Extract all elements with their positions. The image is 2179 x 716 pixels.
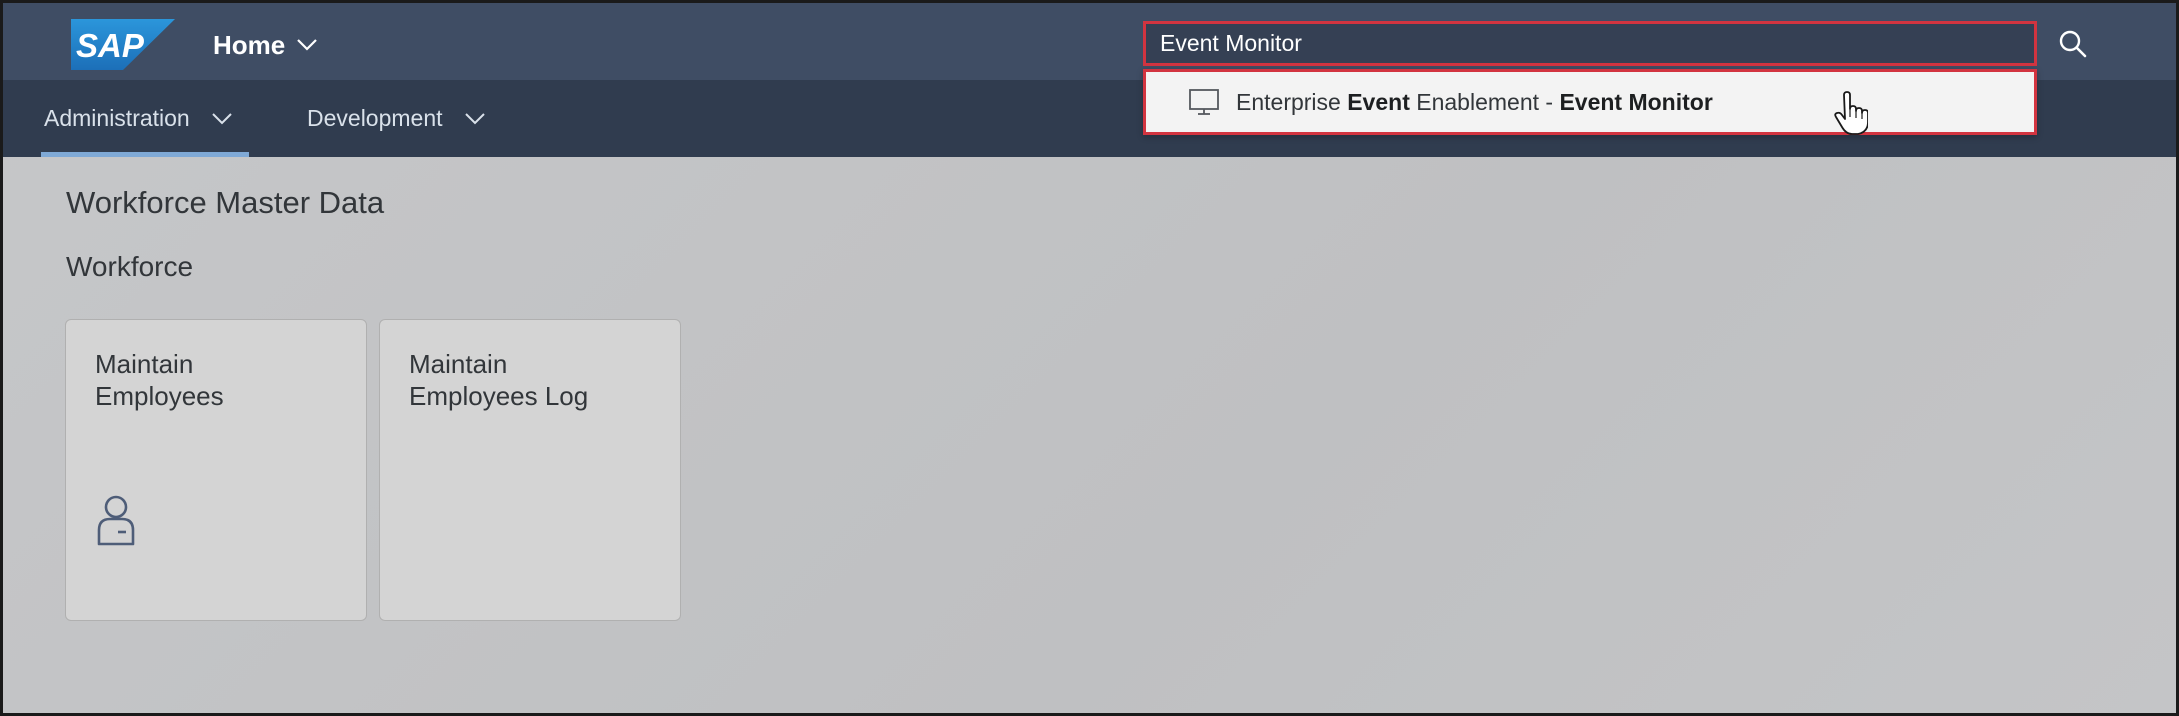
search-icon[interactable] (2058, 29, 2088, 59)
tab-development[interactable]: Development (307, 80, 485, 157)
tile-title: Maintain Employees Log (409, 348, 659, 412)
search-field[interactable] (1143, 21, 2037, 66)
page-title: Workforce Master Data (66, 185, 385, 220)
suggestion-match: Event (1347, 88, 1410, 115)
tab-development-label: Development (307, 105, 443, 131)
monitor-icon (1189, 89, 1219, 115)
group-title: Workforce (66, 251, 194, 282)
tab-administration[interactable]: Administration (41, 80, 249, 157)
active-tab-indicator (41, 152, 249, 157)
tab-administration-label: Administration (44, 105, 190, 131)
sap-logo-text: SAP (76, 27, 145, 64)
search-suggestion-item[interactable]: Enterprise Event Enablement - Event Moni… (1143, 69, 2037, 135)
suggestion-part: Enterprise (1236, 88, 1348, 115)
chevron-down-icon (464, 112, 485, 125)
home-title: Home (213, 29, 286, 60)
chevron-down-icon (297, 39, 318, 51)
sap-logo[interactable]: SAP (71, 19, 175, 70)
search-suggestion-text: Enterprise Event Enablement - Event Moni… (1236, 89, 1713, 116)
tile-maintain-employees[interactable]: Maintain Employees (65, 319, 367, 621)
tile-maintain-employees-log[interactable]: Maintain Employees Log (379, 319, 681, 621)
tile-title-line: Employees (95, 381, 224, 411)
tile-title: Maintain Employees (95, 348, 345, 412)
hand-pointer-icon (1834, 91, 1868, 135)
tile-title-line: Employees Log (409, 381, 589, 411)
tile-title-line: Maintain (409, 349, 508, 379)
chevron-down-icon (212, 112, 232, 125)
suggestion-part: Enablement - (1409, 88, 1560, 115)
search-input[interactable] (1160, 30, 2034, 57)
tile-title-line: Maintain (95, 349, 194, 379)
suggestion-match: Event Monitor (1559, 88, 1713, 115)
employee-icon (97, 495, 135, 546)
app-window: SAP Home Administration Development (0, 0, 2179, 716)
home-menu-button[interactable]: Home (213, 27, 318, 63)
